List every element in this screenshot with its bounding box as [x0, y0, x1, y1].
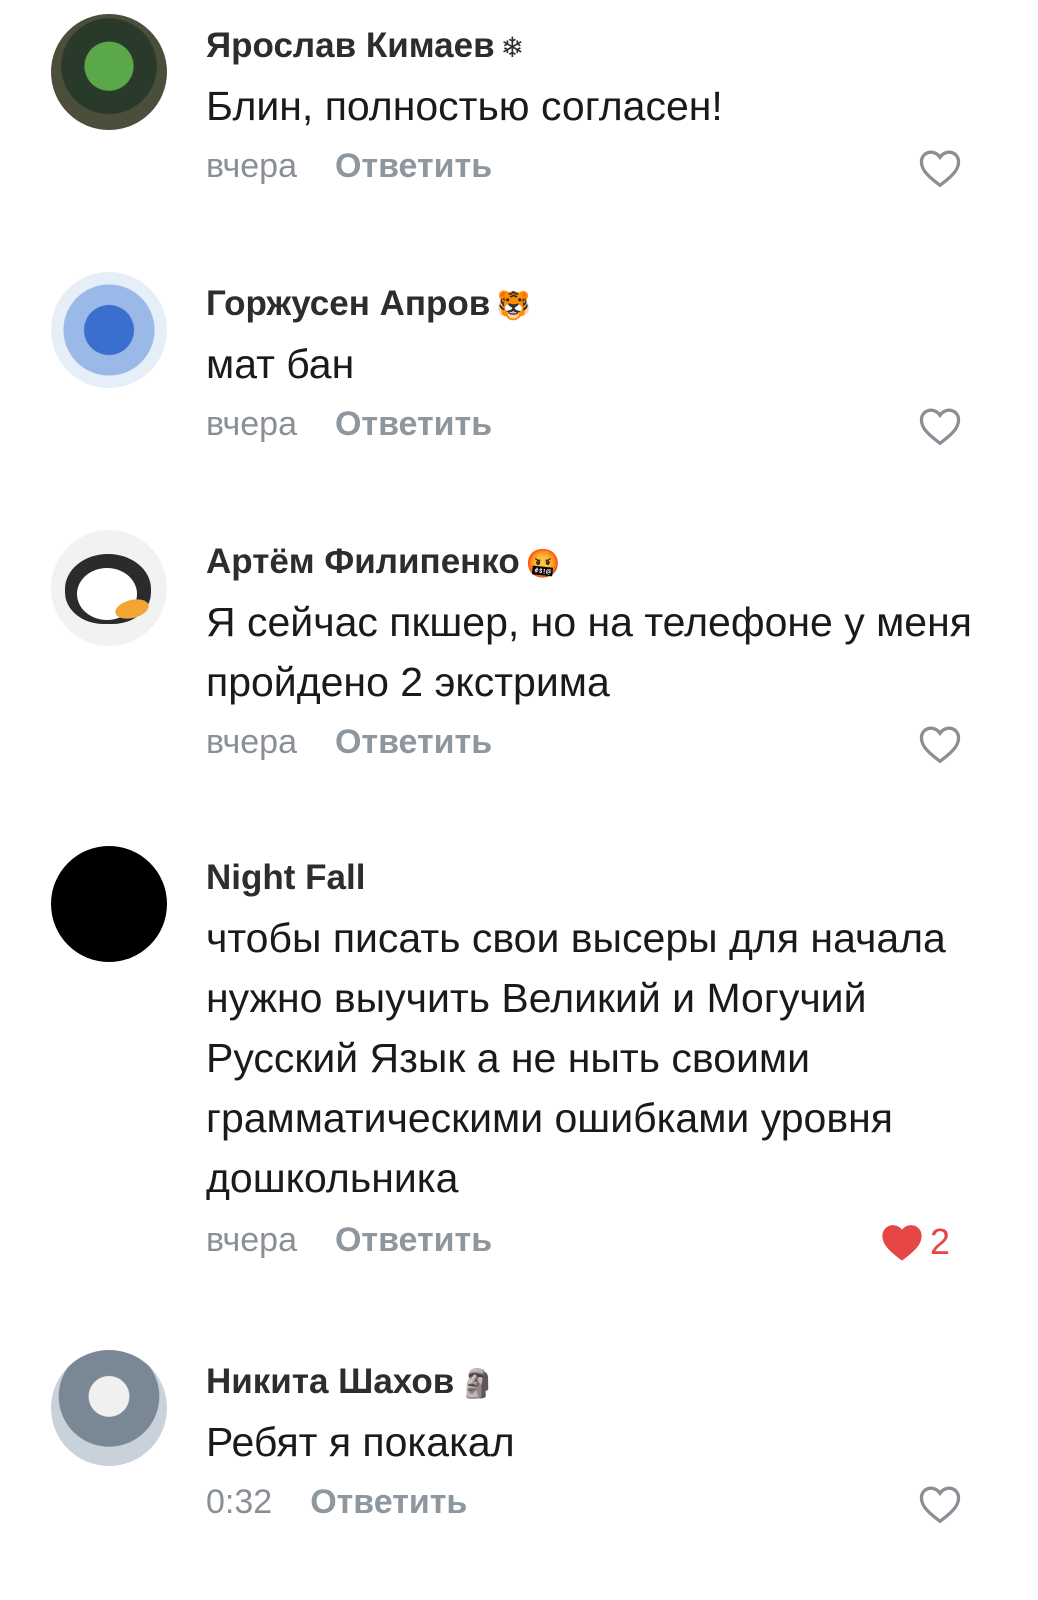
- avatar[interactable]: [51, 530, 167, 646]
- comment-author[interactable]: Night Fall: [206, 858, 365, 898]
- like-button[interactable]: 2: [880, 1220, 970, 1264]
- comment-text: чтобы писать свои высеры для начала нужн…: [206, 915, 946, 1201]
- heart-outline-icon: [919, 726, 961, 764]
- comments-feed: Ярослав Кимаев ❄ Блин, полностью согласен…: [0, 0, 1038, 1600]
- comment-meta: вчера Ответить: [206, 1221, 492, 1260]
- author-name[interactable]: Артём Филипенко: [206, 542, 520, 581]
- like-button[interactable]: [918, 404, 966, 448]
- reply-button[interactable]: Ответить: [335, 723, 492, 761]
- comment-author[interactable]: Никита Шахов 🗿: [206, 1362, 495, 1402]
- comment-meta: вчера Ответить: [206, 405, 492, 444]
- angry-face-badge-icon: 🤬: [525, 548, 561, 579]
- comment-author[interactable]: Горжусен Апров 🐯: [206, 284, 531, 324]
- heart-filled-icon: [882, 1225, 922, 1261]
- heart-outline-icon: [919, 1486, 961, 1524]
- comment-time: вчера: [206, 405, 297, 443]
- reply-button[interactable]: Ответить: [335, 1221, 492, 1259]
- comment-text: Ребят я покакал: [206, 1419, 515, 1465]
- reply-button[interactable]: Ответить: [310, 1483, 467, 1521]
- comment-time: вчера: [206, 1221, 297, 1259]
- comment-text: Блин, полностью согласен!: [206, 83, 723, 129]
- comment-time: вчера: [206, 723, 297, 761]
- avatar[interactable]: [51, 846, 167, 962]
- comment-meta: 0:32 Ответить: [206, 1483, 467, 1522]
- avatar[interactable]: [51, 1350, 167, 1466]
- snowflake-badge-icon: ❄: [500, 32, 525, 63]
- moai-badge-icon: 🗿: [460, 1368, 496, 1399]
- like-count: 2: [930, 1221, 951, 1262]
- comment-author[interactable]: Ярослав Кимаев ❄: [206, 26, 524, 66]
- like-button[interactable]: [918, 146, 966, 190]
- like-button[interactable]: [918, 722, 966, 766]
- author-name[interactable]: Ярослав Кимаев: [206, 26, 495, 65]
- like-button[interactable]: [918, 1482, 966, 1526]
- author-name[interactable]: Никита Шахов: [206, 1362, 454, 1401]
- comment-author[interactable]: Артём Филипенко 🤬: [206, 542, 561, 582]
- author-name[interactable]: Горжусен Апров: [206, 284, 490, 323]
- author-name[interactable]: Night Fall: [206, 858, 365, 897]
- heart-outline-icon: [919, 408, 961, 446]
- comment-text: мат бан: [206, 341, 355, 387]
- avatar[interactable]: [51, 14, 167, 130]
- avatar[interactable]: [51, 272, 167, 388]
- comment-meta: вчера Ответить: [206, 723, 492, 762]
- heart-outline-icon: [919, 150, 961, 188]
- comment-meta: вчера Ответить: [206, 147, 492, 186]
- comment-text: Я сейчас пкшер, но на телефоне у меня пр…: [206, 599, 972, 705]
- tiger-badge-icon: 🐯: [496, 290, 532, 321]
- reply-button[interactable]: Ответить: [335, 405, 492, 443]
- comment-time: вчера: [206, 147, 297, 185]
- reply-button[interactable]: Ответить: [335, 147, 492, 185]
- comment-time: 0:32: [206, 1483, 273, 1521]
